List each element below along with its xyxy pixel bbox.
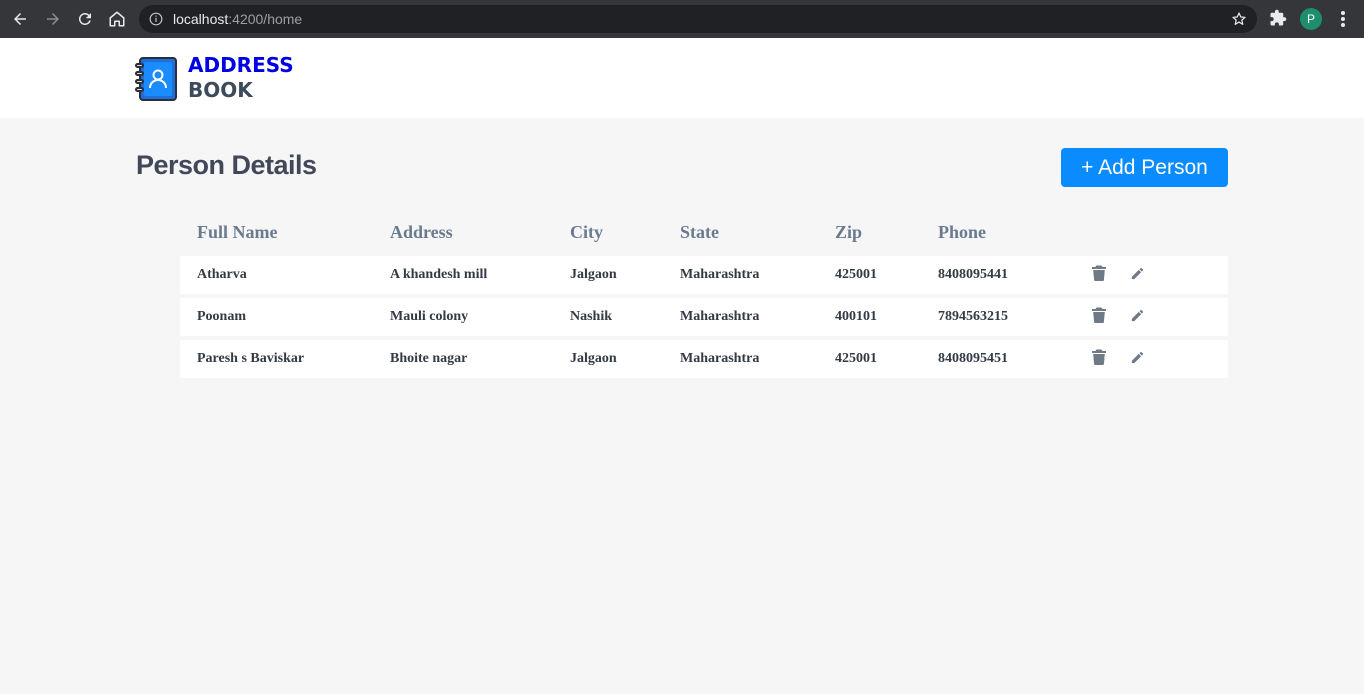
page-title: Person Details	[136, 150, 317, 180]
column-header-phone: Phone	[938, 222, 987, 242]
cell-zip: 425001	[835, 267, 877, 282]
cell-phone: 8408095441	[938, 267, 1008, 282]
column-header-city: City	[570, 222, 603, 242]
edit-button[interactable]	[1128, 348, 1146, 366]
back-button[interactable]	[8, 7, 32, 31]
edit-button[interactable]	[1128, 306, 1146, 324]
column-header-full-name: Full Name	[197, 222, 278, 242]
edit-icon	[1131, 351, 1143, 363]
edit-button[interactable]	[1128, 264, 1146, 282]
column-header-address: Address	[390, 222, 453, 242]
cell-state: Maharashtra	[680, 267, 760, 282]
table-row: Poonam Mauli colony Nashik Maharashtra 4…	[180, 298, 1228, 336]
more-vert-icon[interactable]	[1336, 9, 1350, 29]
address-bar[interactable]: localhost:4200/home	[139, 5, 1257, 33]
cell-phone: 7894563215	[938, 309, 1008, 324]
delete-icon	[1092, 349, 1106, 365]
delete-button[interactable]	[1090, 264, 1108, 282]
column-header-state: State	[680, 222, 719, 242]
logo-line-1: ADDRESS	[188, 53, 294, 77]
cell-zip: 425001	[835, 351, 877, 366]
reload-icon	[78, 12, 91, 25]
info-icon[interactable]	[149, 12, 163, 26]
url-path: :4200/home	[228, 11, 303, 27]
cell-address: Mauli colony	[390, 309, 469, 324]
edit-icon	[1131, 267, 1143, 279]
url-text[interactable]: localhost:4200/home	[173, 11, 302, 27]
reload-button[interactable]	[73, 7, 97, 31]
cell-full-name: Atharva	[197, 267, 247, 282]
logo-line-2: BOOK	[188, 78, 253, 102]
home-icon	[109, 11, 125, 27]
profile-avatar[interactable]: P	[1300, 8, 1322, 30]
arrow-left-icon	[14, 13, 26, 25]
table-row: Atharva A khandesh mill Jalgaon Maharash…	[180, 256, 1228, 294]
cell-city: Jalgaon	[570, 267, 617, 282]
delete-icon	[1092, 265, 1106, 281]
delete-button[interactable]	[1090, 306, 1108, 324]
add-person-button[interactable]: + Add Person	[1061, 148, 1228, 187]
app-logo-text: ADDRESS BOOK	[188, 53, 294, 103]
arrow-right-icon	[47, 13, 59, 25]
delete-icon	[1092, 307, 1106, 323]
cell-state: Maharashtra	[680, 351, 760, 366]
cell-zip: 400101	[835, 309, 877, 324]
star-icon[interactable]	[1231, 11, 1247, 27]
cell-city: Nashik	[570, 309, 613, 324]
home-button[interactable]	[105, 7, 129, 31]
browser-toolbar: localhost:4200/home P	[0, 0, 1364, 38]
delete-button[interactable]	[1090, 348, 1108, 366]
address-book-icon	[135, 57, 177, 101]
edit-icon	[1131, 309, 1143, 321]
puzzle-icon[interactable]	[1269, 9, 1287, 27]
cell-full-name: Paresh s Baviskar	[197, 351, 305, 366]
url-host: localhost	[173, 11, 229, 27]
cell-address: Bhoite nagar	[390, 351, 468, 366]
cell-phone: 8408095451	[938, 351, 1008, 366]
cell-city: Jalgaon	[570, 351, 617, 366]
app-header: ADDRESS BOOK	[0, 38, 1364, 118]
forward-button[interactable]	[41, 7, 65, 31]
table-header: Full Name Address City State Zip Phone	[180, 222, 1228, 248]
cell-address: A khandesh mill	[390, 267, 488, 282]
table-row: Paresh s Baviskar Bhoite nagar Jalgaon M…	[180, 340, 1228, 378]
cell-full-name: Poonam	[197, 309, 246, 324]
column-header-zip: Zip	[835, 222, 863, 242]
cell-state: Maharashtra	[680, 309, 760, 324]
